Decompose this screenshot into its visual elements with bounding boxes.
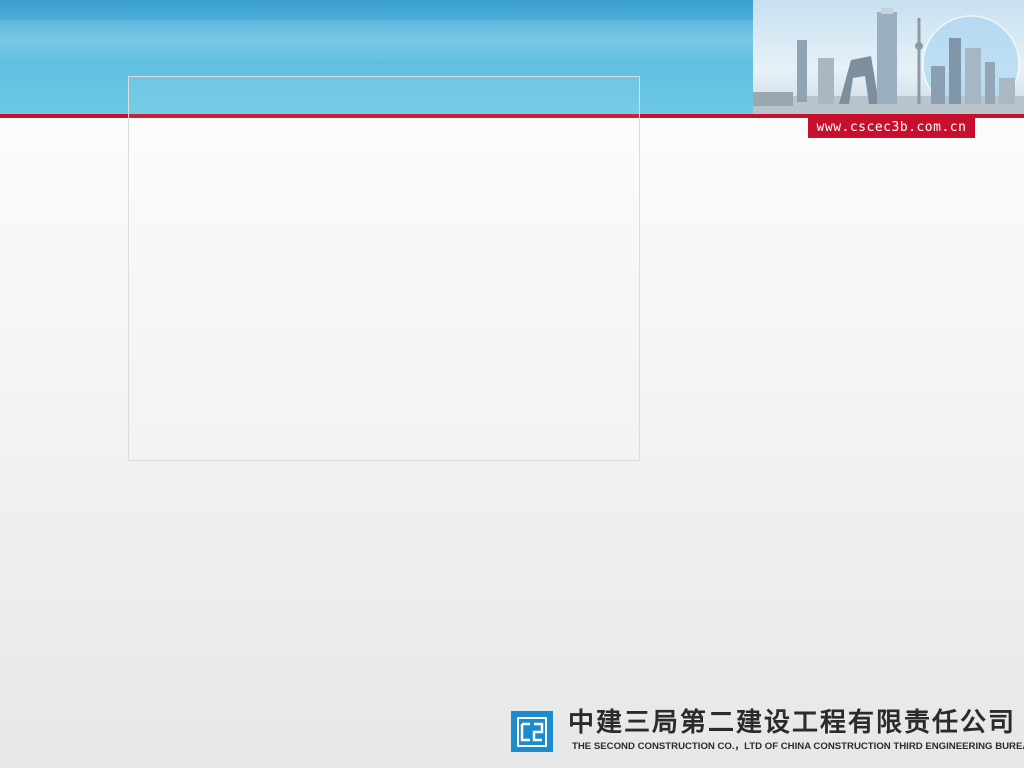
city-skyline-icon (753, 0, 1024, 114)
company-name-english: THE SECOND CONSTRUCTION CO.，LTD OF CHINA… (572, 741, 1024, 752)
company-name-chinese: 中建三局第二建设工程有限责任公司 (568, 708, 1017, 738)
cscec-logo-icon (511, 711, 553, 752)
website-url[interactable]: www.cscec3b.com.cn (808, 118, 975, 138)
skyline-graphic (753, 8, 1024, 114)
logo-mark (517, 716, 547, 747)
content-frame (128, 76, 640, 461)
